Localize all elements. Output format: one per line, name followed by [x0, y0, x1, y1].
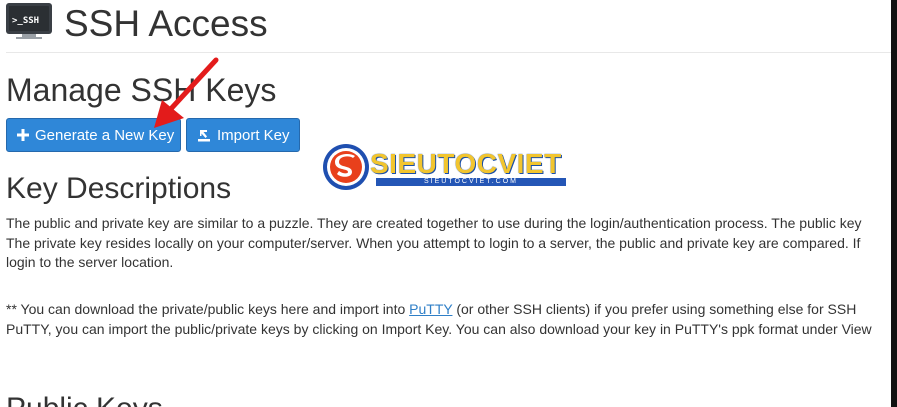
key-description-paragraph: The public and private key are similar t…: [6, 214, 862, 273]
red-annotation-arrow: [150, 56, 230, 136]
download-note-post: (or other SSH clients) if you prefer usi…: [452, 301, 857, 317]
public-keys-heading: Public Keys: [6, 392, 163, 407]
key-description-line-3: login to the server location.: [6, 254, 174, 270]
key-descriptions-heading: Key Descriptions: [6, 172, 232, 205]
page: >_SSH SSH Access Manage SSH Keys Generat…: [0, 0, 897, 407]
download-note-line-1: ** You can download the private/public k…: [6, 300, 872, 320]
ssh-terminal-icon: >_SSH: [6, 3, 52, 39]
page-title: SSH Access: [64, 3, 268, 44]
download-note-paragraph: ** You can download the private/public k…: [6, 300, 872, 339]
sieutocviet-watermark-logo: SIEUTOCVIET SIEUTOCVIET.COM: [322, 143, 572, 193]
manage-ssh-keys-heading: Manage SSH Keys: [6, 72, 277, 108]
key-description-line-2: The private key resides locally on your …: [6, 234, 861, 251]
putty-link[interactable]: PuTTY: [409, 301, 452, 317]
main-content: >_SSH SSH Access Manage SSH Keys Generat…: [0, 0, 891, 407]
sieutocviet-logo-icon: [323, 144, 369, 190]
arrow-icon: [154, 57, 219, 128]
page-header: >_SSH SSH Access: [6, 0, 891, 53]
window-edge-bar: [891, 0, 897, 407]
watermark-name: SIEUTOCVIET: [370, 148, 562, 179]
plus-icon: [17, 129, 29, 141]
watermark-subtitle: SIEUTOCVIET.COM: [376, 178, 566, 186]
ssh-icon-label: >_SSH: [12, 16, 39, 26]
key-description-line-1: The public and private key are similar t…: [6, 215, 862, 231]
download-note-line-2: PuTTY, you can import the public/private…: [6, 320, 872, 337]
download-note-pre: ** You can download the private/public k…: [6, 301, 410, 317]
